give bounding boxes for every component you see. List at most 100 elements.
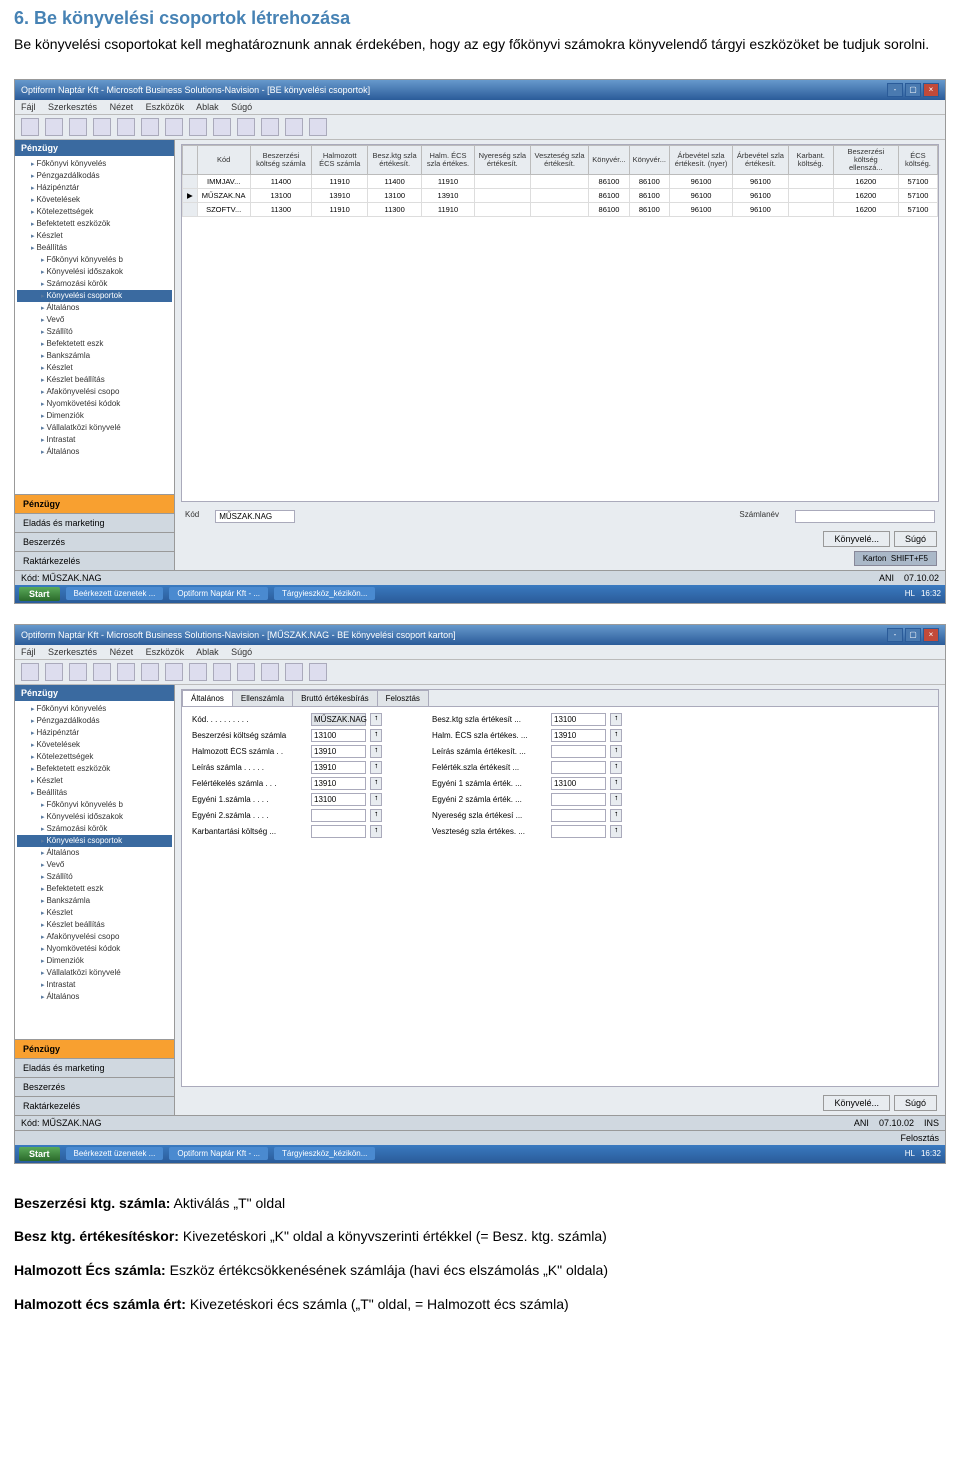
nav-prev-icon[interactable] [261, 118, 279, 136]
tree-item[interactable]: Befektetett eszközök [17, 763, 172, 775]
table-cell[interactable]: IMMJAV... [197, 175, 250, 189]
table-cell[interactable]: 13100 [368, 189, 422, 203]
tree-item[interactable]: Készlet [17, 362, 172, 374]
tree-item[interactable]: Számozási körök [17, 278, 172, 290]
nav-button-beszerzes[interactable]: Beszerzés [15, 1077, 174, 1096]
tree-item[interactable]: Vállalatközi könyvelé [17, 422, 172, 434]
lookup-icon[interactable]: ⭡ [370, 713, 382, 726]
field-input[interactable]: 13910 [551, 729, 606, 742]
tree-item[interactable]: Intrastat [17, 979, 172, 991]
field-input[interactable] [551, 825, 606, 838]
table-cell[interactable]: 86100 [589, 203, 629, 217]
tab-brutto[interactable]: Bruttó értékesbírás [292, 690, 378, 706]
print-icon[interactable] [21, 663, 39, 681]
tree-item[interactable]: Dimenziók [17, 410, 172, 422]
table-cell[interactable]: 11910 [312, 175, 368, 189]
table-cell[interactable]: 96100 [670, 189, 733, 203]
table-cell[interactable]: 57100 [898, 203, 937, 217]
detail-input-szamla[interactable] [795, 510, 935, 523]
tree-item[interactable]: Készlet [17, 775, 172, 787]
maximize-button[interactable]: ▢ [905, 83, 921, 97]
table-cell[interactable] [530, 175, 588, 189]
nav-prev-icon[interactable] [261, 663, 279, 681]
tree-item[interactable]: Afakönyvelési csopo [17, 931, 172, 943]
table-cell[interactable] [474, 175, 530, 189]
menu-view[interactable]: Nézet [110, 102, 134, 112]
table-cell[interactable]: 96100 [670, 203, 733, 217]
tree-item[interactable]: Vállalatközi könyvelé [17, 967, 172, 979]
tree-item[interactable]: Nyomkövetési kódok [17, 398, 172, 410]
minimize-button[interactable]: - [887, 628, 903, 642]
tree-item[interactable]: Könyvelési időszakok [17, 266, 172, 278]
table-cell[interactable] [530, 203, 588, 217]
lookup-icon[interactable]: ⭡ [370, 777, 382, 790]
table-cell[interactable] [788, 189, 833, 203]
table-cell[interactable]: 57100 [898, 175, 937, 189]
lookup-icon[interactable]: ⭡ [370, 745, 382, 758]
close-button[interactable]: × [923, 83, 939, 97]
menu-edit[interactable]: Szerkesztés [48, 647, 97, 657]
tree-item[interactable]: Főkönyvi könyvelés [17, 158, 172, 170]
nav-button-beszerzes[interactable]: Beszerzés [15, 532, 174, 551]
lookup-icon[interactable]: ⭡ [610, 713, 622, 726]
table-cell[interactable]: 86100 [629, 175, 669, 189]
nav-last-icon[interactable] [309, 663, 327, 681]
table-cell[interactable]: 11910 [422, 203, 475, 217]
task-item[interactable]: Tárgyieszköz_kézikön... [274, 587, 375, 600]
grid-header[interactable]: Karbant. költség. [788, 145, 833, 175]
tree-item[interactable]: Befektetett eszközök [17, 218, 172, 230]
lookup-icon[interactable]: ⭡ [370, 729, 382, 742]
lookup-icon[interactable]: ⭡ [610, 729, 622, 742]
task-item[interactable]: Optiform Naptár Kft - ... [169, 1147, 268, 1160]
grid-header[interactable]: Nyereség szla értékesít. [474, 145, 530, 175]
tree-item[interactable]: Befektetett eszk [17, 338, 172, 350]
lookup-icon[interactable]: ⭡ [610, 777, 622, 790]
cut-icon[interactable] [69, 663, 87, 681]
preview-icon[interactable] [45, 118, 63, 136]
nav-button-raktar[interactable]: Raktárkezelés [15, 1096, 174, 1115]
tree-item[interactable]: Számozási körök [17, 823, 172, 835]
tree-item[interactable]: Általános [17, 991, 172, 1003]
field-input[interactable]: 13910 [311, 761, 366, 774]
tree-item[interactable]: Nyomkövetési kódok [17, 943, 172, 955]
tree-item[interactable]: Kötelezettségek [17, 206, 172, 218]
table-cell[interactable]: 11400 [250, 175, 312, 189]
grid-header[interactable]: Árbevétel szla értékesít. [733, 145, 789, 175]
find-icon[interactable] [189, 118, 207, 136]
field-input[interactable]: 13910 [311, 777, 366, 790]
menu-help[interactable]: Súgó [231, 647, 252, 657]
field-input[interactable]: 13100 [311, 793, 366, 806]
tree-item[interactable]: Szállító [17, 871, 172, 883]
field-input[interactable]: MŰSZAK.NAG [311, 713, 366, 726]
taskbar-lang[interactable]: HL [905, 1149, 915, 1158]
tree-item[interactable]: Afakönyvelési csopo [17, 386, 172, 398]
tree-item[interactable]: Bankszámla [17, 895, 172, 907]
nav-button-eladas[interactable]: Eladás és marketing [15, 513, 174, 532]
minimize-button[interactable]: - [887, 83, 903, 97]
grid-header[interactable]: ÉCS költség. [898, 145, 937, 175]
nav-button-raktar[interactable]: Raktárkezelés [15, 551, 174, 570]
undo-icon[interactable] [141, 118, 159, 136]
field-input[interactable] [551, 761, 606, 774]
field-input[interactable]: 13100 [551, 713, 606, 726]
field-input[interactable] [311, 809, 366, 822]
start-button[interactable]: Start [19, 1147, 60, 1161]
button-sugo[interactable]: Súgó [894, 531, 937, 547]
tree-item[interactable]: Főkönyvi könyvelés b [17, 254, 172, 266]
find-icon[interactable] [189, 663, 207, 681]
nav-first-icon[interactable] [237, 663, 255, 681]
tab-ellenszamla[interactable]: Ellenszámla [232, 690, 293, 706]
grid-header[interactable]: Halm. ÉCS szla értékes. [422, 145, 475, 175]
print-icon[interactable] [21, 118, 39, 136]
table-cell[interactable]: 11300 [250, 203, 312, 217]
tree-item[interactable]: Pénzgazdálkodás [17, 715, 172, 727]
tree-item[interactable]: Általános [17, 446, 172, 458]
cut-icon[interactable] [69, 118, 87, 136]
table-row[interactable]: ▶MŰSZAK.NA131001391013100139108610086100… [183, 189, 938, 203]
table-row[interactable]: SZOFTV...1130011910113001191086100861009… [183, 203, 938, 217]
lookup-icon[interactable]: ⭡ [610, 745, 622, 758]
nav-last-icon[interactable] [309, 118, 327, 136]
lookup-icon[interactable]: ⭡ [610, 761, 622, 774]
detail-input-kod[interactable]: MŰSZAK.NAG [215, 510, 295, 523]
table-cell[interactable]: 11400 [368, 175, 422, 189]
